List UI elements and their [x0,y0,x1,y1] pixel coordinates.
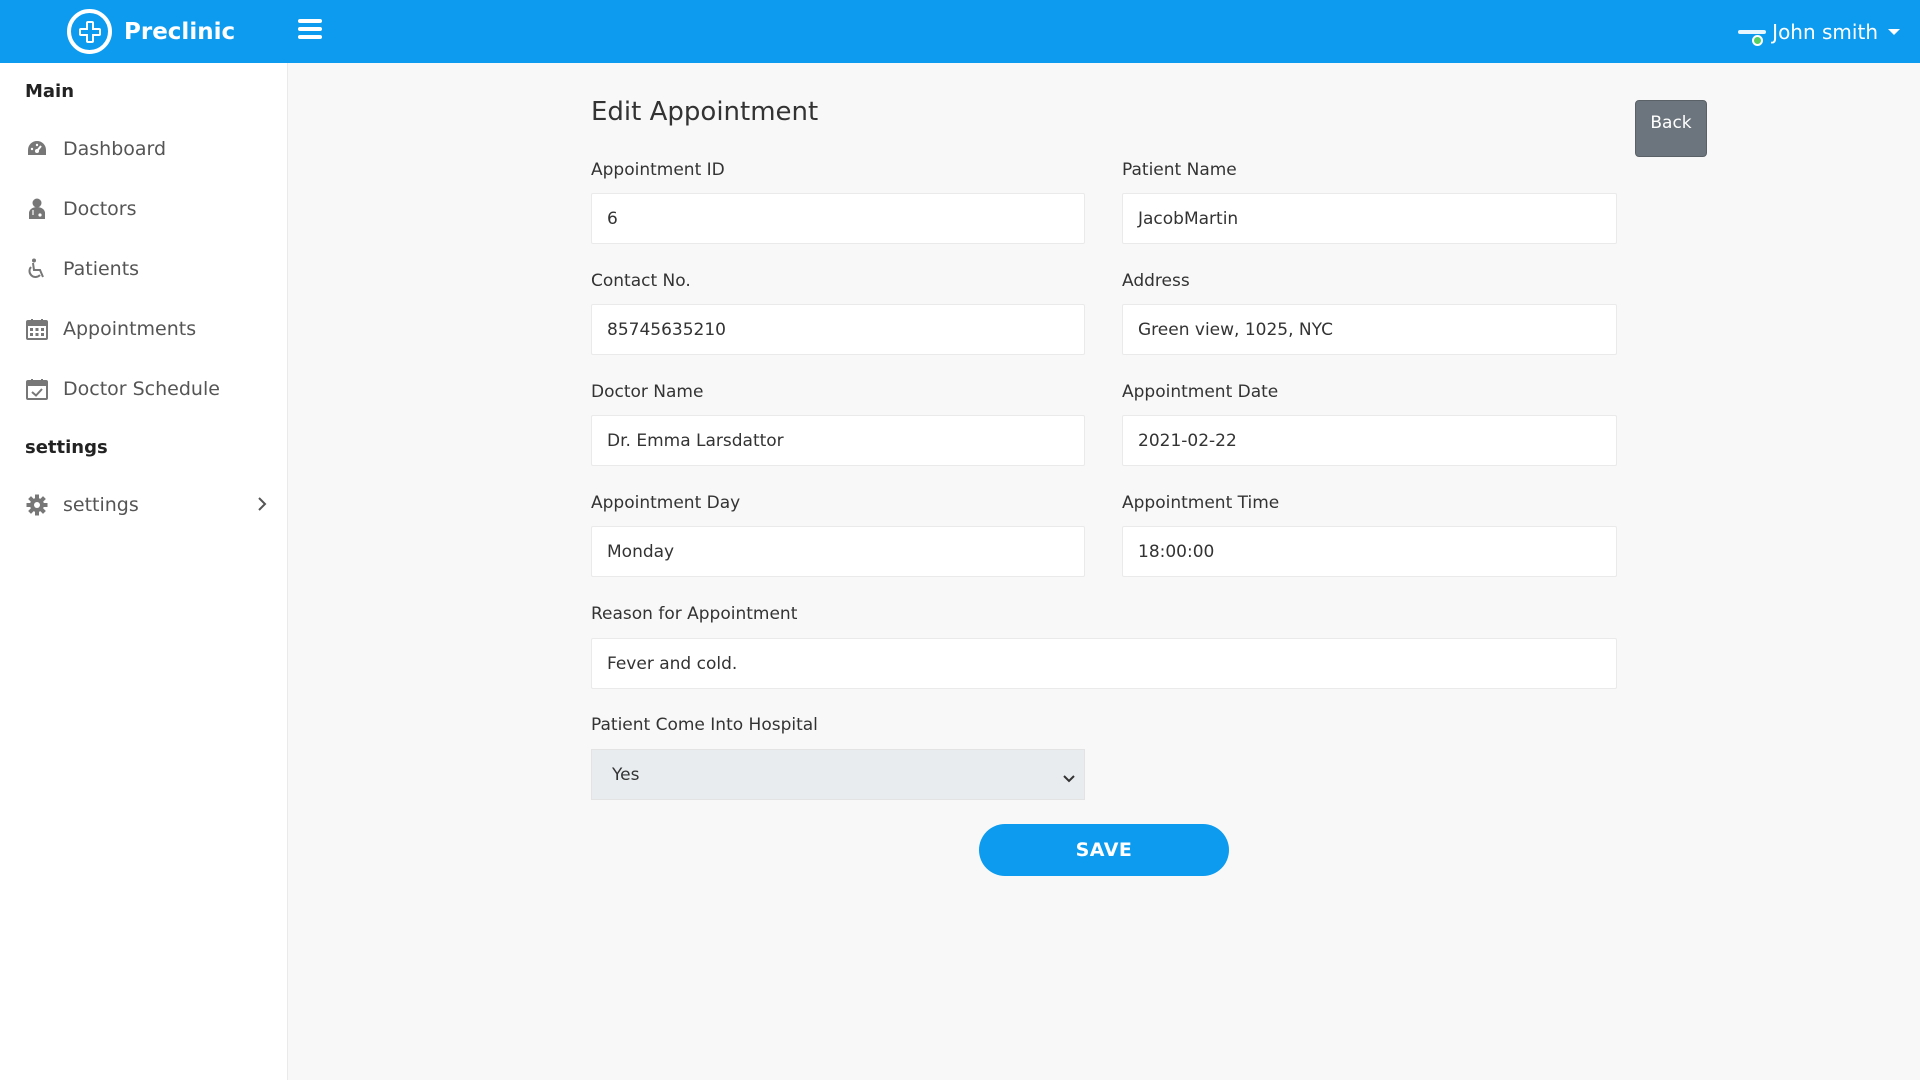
patient-name-input[interactable]: JacobMartin [1122,193,1617,244]
doctor-name-label: Doctor Name [591,382,704,402]
sidebar-section-main: Main [25,80,75,102]
appointment-id-input[interactable]: 6 [591,193,1085,244]
chevron-right-icon [257,495,267,517]
sidebar-item-appointments[interactable]: Appointments [0,299,287,359]
appointment-time-input[interactable]: 18:00:00 [1122,526,1617,577]
caret-down-icon [1888,29,1900,35]
sidebar: Main Dashboard Doctors Patients Appointm… [0,63,288,1080]
hamburger-menu-icon[interactable] [298,19,322,43]
doctor-name-input[interactable]: Dr. Emma Larsdattor [591,415,1085,466]
sidebar-item-settings[interactable]: settings [0,475,287,535]
contact-no-input[interactable]: 85745635210 [591,304,1085,355]
online-status-icon [1752,35,1764,46]
sidebar-item-label: Doctor Schedule [63,378,220,400]
sidebar-section-settings: settings [25,436,108,458]
user-name: John smith [1772,20,1878,44]
dashboard-icon [25,137,49,161]
gear-icon [25,493,49,517]
select-value: Yes [612,764,640,785]
brand-logo[interactable]: Preclinic [67,9,235,54]
user-menu-dropdown[interactable]: John smith [1738,18,1900,46]
medical-cross-icon [67,9,112,54]
doctor-icon [25,197,49,221]
sidebar-item-label: settings [63,494,139,516]
address-label: Address [1122,271,1190,291]
chevron-down-icon [1062,769,1076,789]
page-title: Edit Appointment [591,97,819,127]
appointment-time-label: Appointment Time [1122,493,1280,513]
appointment-date-input[interactable]: 2021-02-22 [1122,415,1617,466]
appointment-date-label: Appointment Date [1122,382,1279,402]
came-to-hospital-select[interactable]: Yes [591,749,1085,800]
top-header: Preclinic John smith [0,0,1920,63]
sidebar-item-patients[interactable]: Patients [0,239,287,299]
calendar-icon [25,317,49,341]
contact-no-label: Contact No. [591,271,691,291]
patient-name-label: Patient Name [1122,160,1237,180]
address-input[interactable]: Green view, 1025, NYC [1122,304,1617,355]
sidebar-item-label: Doctors [63,198,137,220]
calendar-check-icon [25,377,49,401]
avatar [1738,18,1767,46]
sidebar-item-label: Dashboard [63,138,167,160]
came-to-hospital-label: Patient Come Into Hospital [591,715,818,735]
brand-name: Preclinic [124,18,236,45]
appointment-day-label: Appointment Day [591,493,741,513]
sidebar-item-doctors[interactable]: Doctors [0,179,287,239]
sidebar-item-dashboard[interactable]: Dashboard [0,119,287,179]
sidebar-item-doctor-schedule[interactable]: Doctor Schedule [0,359,287,419]
appointment-id-label: Appointment ID [591,160,725,180]
reason-label: Reason for Appointment [591,604,798,624]
reason-input[interactable]: Fever and cold. [591,638,1617,689]
appointment-day-input[interactable]: Monday [591,526,1085,577]
back-button[interactable]: Back [1635,100,1707,157]
wheelchair-icon [25,257,49,281]
sidebar-item-label: Appointments [63,318,197,340]
save-button[interactable]: SAVE [979,824,1229,876]
sidebar-item-label: Patients [63,258,140,280]
